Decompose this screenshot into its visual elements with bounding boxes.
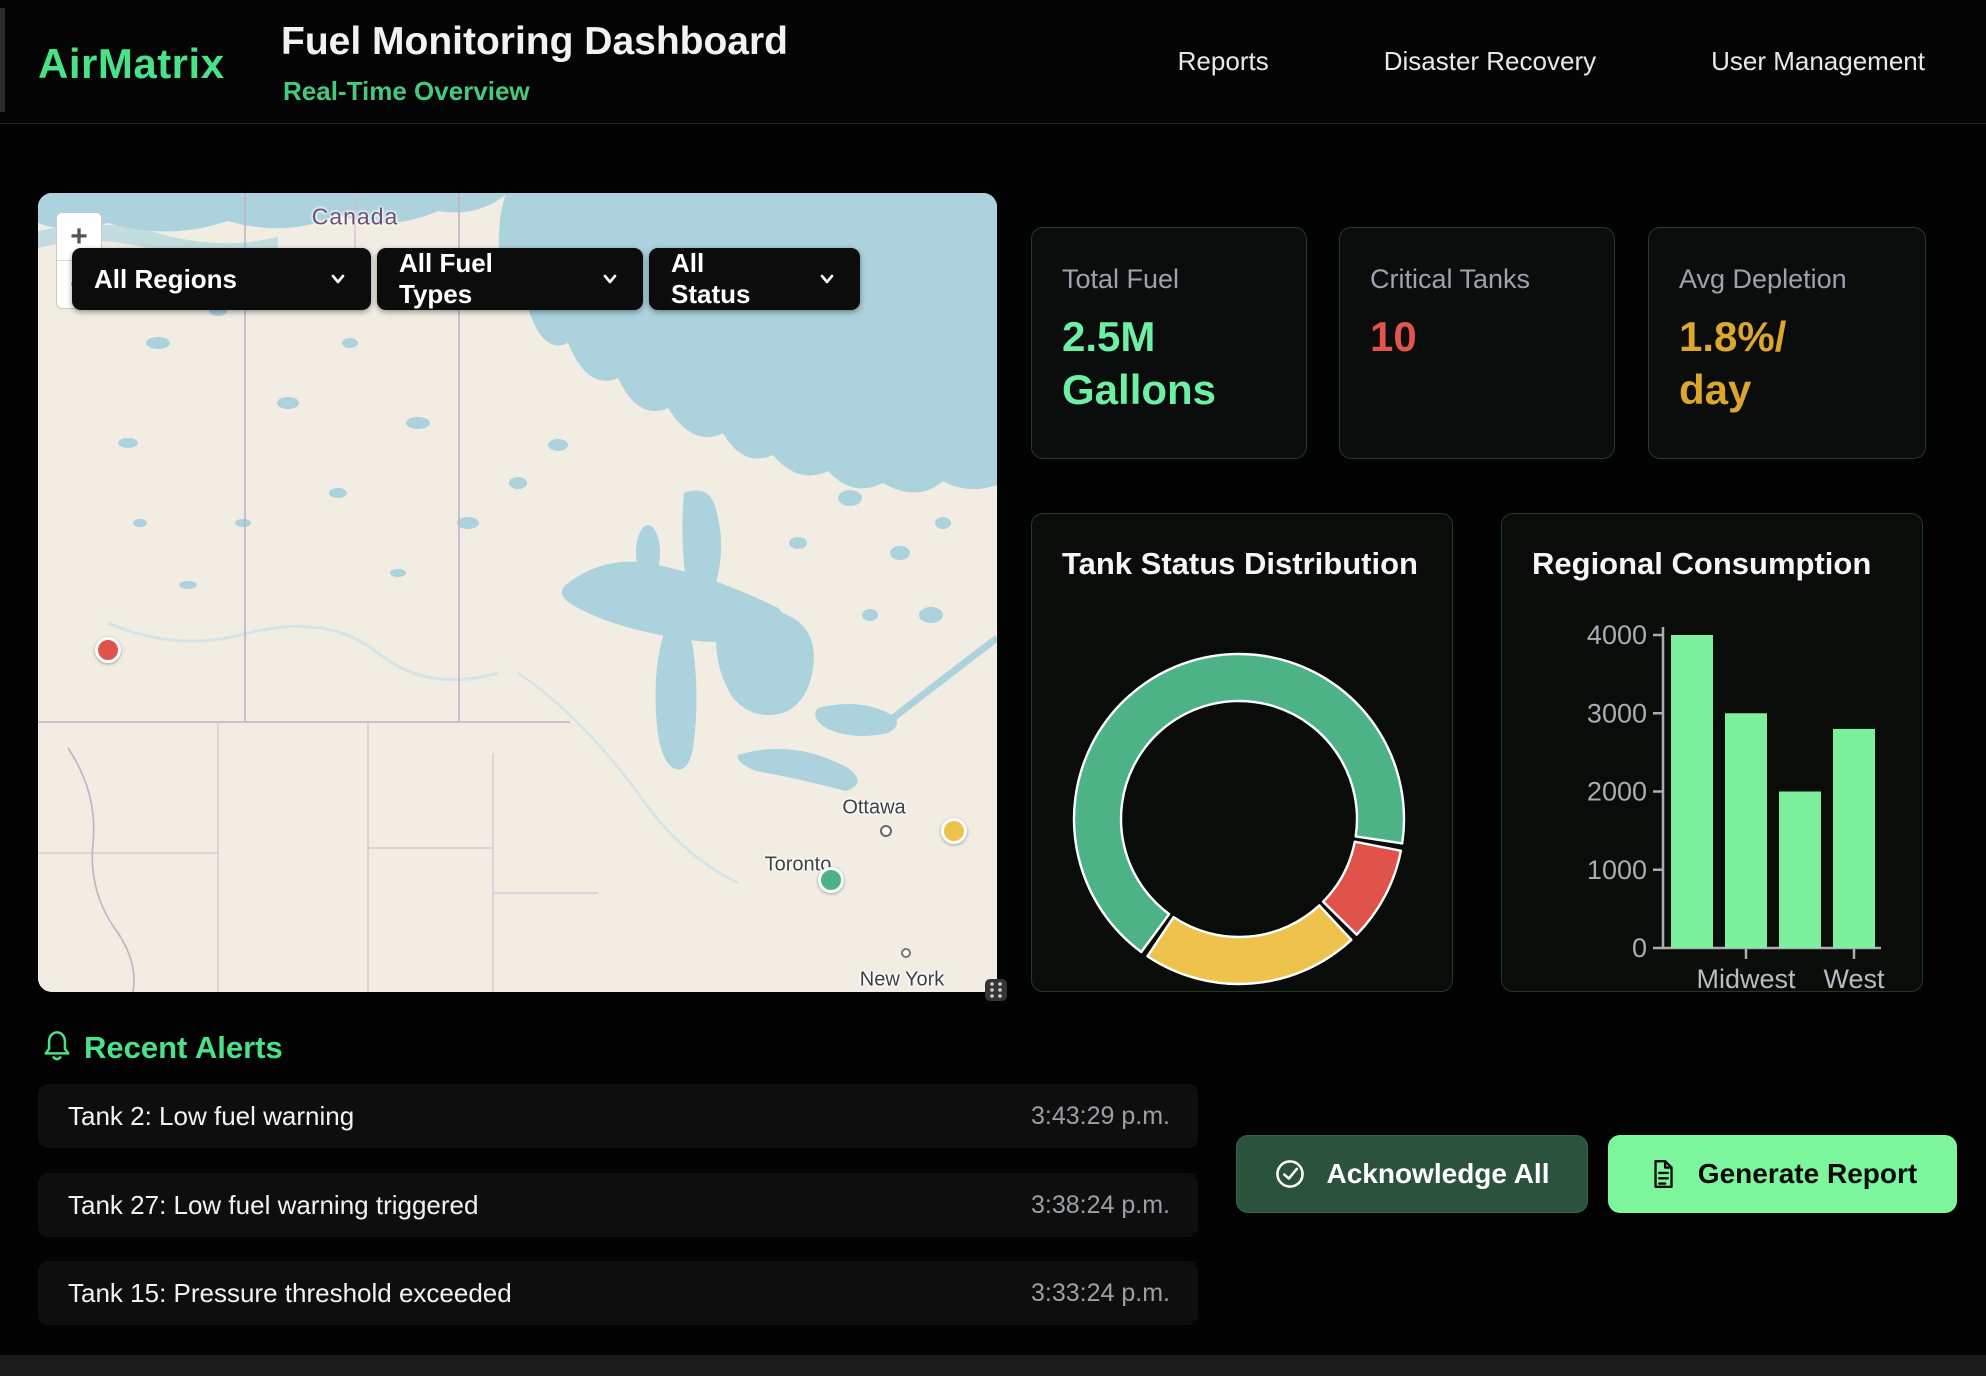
chevron-down-icon [816,268,838,290]
chevron-down-icon [327,268,349,290]
alert-message: Tank 27: Low fuel warning triggered [68,1190,478,1221]
acknowledge-all-label: Acknowledge All [1326,1158,1549,1190]
map-panel: Canada Ottawa Toronto New York + − All R… [38,193,997,992]
filter-regions-dropdown[interactable]: All Regions [72,248,371,310]
generate-report-label: Generate Report [1698,1158,1917,1190]
alert-row[interactable]: Tank 2: Low fuel warning 3:43:29 p.m. [38,1084,1198,1148]
alert-row[interactable]: Tank 27: Low fuel warning triggered 3:38… [38,1173,1198,1237]
map-canvas[interactable] [38,193,997,992]
stat-label: Total Fuel [1062,264,1276,295]
page-title: Fuel Monitoring Dashboard [281,20,788,64]
alert-message: Tank 2: Low fuel warning [68,1101,354,1132]
map-marker-normal[interactable] [818,867,844,893]
svg-text:West: West [1823,964,1885,991]
brand-logo: AirMatrix [38,40,225,88]
header: AirMatrix Fuel Monitoring Dashboard Real… [0,0,1986,124]
generate-report-button[interactable]: Generate Report [1608,1135,1957,1213]
nav-reports[interactable]: Reports [1178,46,1269,77]
bell-icon [40,1028,74,1069]
check-circle-icon [1274,1158,1306,1190]
filter-status-label: All Status [671,248,790,310]
stat-value: 1.8%/ day [1679,311,1895,416]
svg-text:0: 0 [1632,933,1647,963]
bottom-bar [0,1355,1986,1376]
map-city-label-ottawa: Ottawa [842,797,905,820]
chevron-down-icon [599,268,621,290]
nav-user-management[interactable]: User Management [1711,46,1925,77]
map-marker-warning[interactable] [941,818,967,844]
donut-chart-card: Tank Status Distribution [1031,513,1453,992]
stat-card-avg-depletion: Avg Depletion 1.8%/ day [1648,227,1926,459]
svg-text:3000: 3000 [1587,698,1647,728]
document-icon [1648,1158,1678,1190]
filter-fuel-types-dropdown[interactable]: All Fuel Types [377,248,643,310]
stat-value: 10 [1370,311,1584,364]
dashboard-root: AirMatrix Fuel Monitoring Dashboard Real… [0,0,1986,1376]
regional-consumption-bar-chart: 0 1000 2000 3000 4000 Midwest West [1502,514,1924,991]
svg-text:Midwest: Midwest [1696,964,1796,991]
stat-label: Avg Depletion [1679,264,1895,295]
svg-text:1000: 1000 [1587,855,1647,885]
stat-label: Critical Tanks [1370,264,1584,295]
tank-status-donut-chart [1032,514,1454,991]
filter-status-dropdown[interactable]: All Status [649,248,860,310]
alert-timestamp: 3:38:24 p.m. [1031,1191,1170,1220]
map-filters: All Regions All Fuel Types All Status [72,248,860,310]
alerts-section-title: Recent Alerts [84,1030,283,1066]
bar-chart-card: Regional Consumption 01000200030004000Mi… [1501,513,1923,992]
acknowledge-all-button[interactable]: Acknowledge All [1236,1135,1588,1213]
svg-text:2000: 2000 [1587,777,1647,807]
page-subtitle: Real-Time Overview [283,76,530,107]
stat-card-total-fuel: Total Fuel 2.5M Gallons [1031,227,1307,459]
filter-fuel-types-label: All Fuel Types [399,248,573,310]
alert-row[interactable]: Tank 15: Pressure threshold exceeded 3:3… [38,1261,1198,1325]
map-city-label-new-york: New York [860,969,945,992]
nav-disaster-recovery[interactable]: Disaster Recovery [1384,46,1596,77]
alert-message: Tank 15: Pressure threshold exceeded [68,1278,512,1309]
stat-value: 2.5M Gallons [1062,311,1276,416]
map-marker-critical[interactable] [95,637,121,663]
map-country-label: Canada [312,204,399,231]
filter-regions-label: All Regions [94,264,237,295]
alert-timestamp: 3:33:24 p.m. [1031,1279,1170,1308]
svg-text:4000: 4000 [1587,620,1647,650]
resize-grip[interactable] [985,979,1007,1001]
stat-card-critical-tanks: Critical Tanks 10 [1339,227,1615,459]
main-nav: Reports Disaster Recovery User Managemen… [1178,0,1925,123]
alert-timestamp: 3:43:29 p.m. [1031,1102,1170,1131]
window-edge [0,8,5,112]
